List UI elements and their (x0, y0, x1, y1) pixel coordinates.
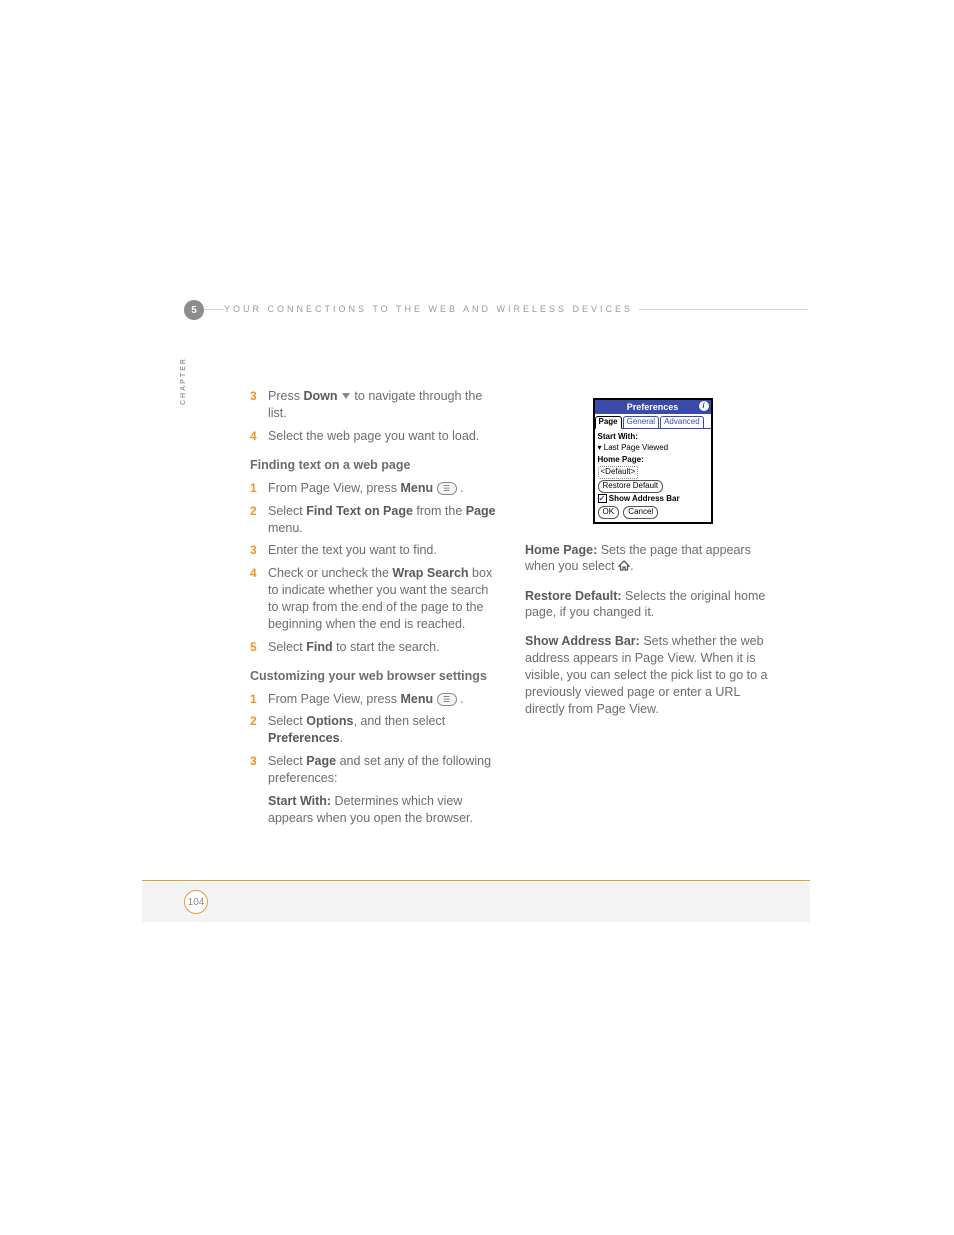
definition-item: Show Address Bar: Sets whether the web a… (525, 633, 780, 717)
definition-item: Home Page: Sets the page that appears wh… (525, 542, 780, 576)
step-text: Select the web page you want to load. (268, 428, 500, 445)
footer-block (142, 882, 810, 922)
step-text: From Page View, press Menu ☰ . (268, 691, 500, 708)
ok-button: OK (598, 506, 620, 519)
left-column: 3 Press Down to navigate through the lis… (250, 388, 500, 827)
cancel-button: Cancel (623, 506, 658, 519)
step-item: 1 From Page View, press Menu ☰ . (250, 480, 500, 497)
footer-rule (142, 880, 810, 881)
checkbox-icon: ✓ (598, 494, 607, 503)
section-heading: Finding text on a web page (250, 457, 500, 474)
preferences-screenshot: Preferences i Page General Advanced Star… (593, 398, 713, 524)
step-item: 3 Press Down to navigate through the lis… (250, 388, 500, 422)
step-item: 2 Select Options, and then select Prefer… (250, 713, 500, 747)
tab-page: Page (595, 416, 622, 429)
menu-key-icon: ☰ (437, 482, 457, 495)
step-number: 4 (250, 428, 268, 445)
pref-tabs: Page General Advanced (595, 414, 711, 429)
step-number: 1 (250, 691, 268, 708)
home-icon (618, 559, 630, 576)
definition-item: Restore Default: Selects the original ho… (525, 588, 780, 622)
step-text: Press Down to navigate through the list. (268, 388, 500, 422)
step-text: Select Page and set any of the following… (268, 753, 500, 787)
step-item: 2 Select Find Text on Page from the Page… (250, 503, 500, 537)
step-text: Select Find Text on Page from the Page m… (268, 503, 500, 537)
step-text: Select Options, and then select Preferen… (268, 713, 500, 747)
step-text: Check or uncheck the Wrap Search box to … (268, 565, 500, 633)
step-number: 5 (250, 639, 268, 656)
header-title: YOUR CONNECTIONS TO THE WEB AND WIRELESS… (224, 304, 639, 314)
pref-body: Start With: ▾ Last Page Viewed Home Page… (595, 429, 711, 522)
step-number: 3 (250, 542, 268, 559)
step-number: 3 (250, 753, 268, 787)
default-select: <Default> (598, 466, 639, 479)
chapter-badge: 5 (184, 300, 204, 320)
step-number: 2 (250, 503, 268, 537)
step-item: 3 Select Page and set any of the followi… (250, 753, 500, 787)
step-item: 4 Check or uncheck the Wrap Search box t… (250, 565, 500, 633)
step-number: 4 (250, 565, 268, 633)
step-number: 1 (250, 480, 268, 497)
step-text: Enter the text you want to find. (268, 542, 500, 559)
tab-advanced: Advanced (660, 416, 704, 428)
step-item: 4 Select the web page you want to load. (250, 428, 500, 445)
right-column: Preferences i Page General Advanced Star… (525, 398, 780, 718)
step-item: 1 From Page View, press Menu ☰ . (250, 691, 500, 708)
chapter-label: CHAPTER (180, 357, 187, 405)
step-text: Select Find to start the search. (268, 639, 500, 656)
step-item: 3 Enter the text you want to find. (250, 542, 500, 559)
step-item: 5 Select Find to start the search. (250, 639, 500, 656)
step-number: 3 (250, 388, 268, 422)
section-heading: Customizing your web browser settings (250, 668, 500, 685)
page-number: 104 (184, 890, 208, 914)
tab-general: General (623, 416, 659, 428)
step-text: From Page View, press Menu ☰ . (268, 480, 500, 497)
step-number: 2 (250, 713, 268, 747)
definition-item: Start With: Determines which view appear… (268, 793, 500, 827)
restore-default-button: Restore Default (598, 480, 664, 493)
info-icon: i (699, 401, 709, 411)
pref-titlebar: Preferences i (595, 400, 711, 414)
down-arrow-icon (341, 388, 351, 405)
menu-key-icon: ☰ (437, 693, 457, 706)
